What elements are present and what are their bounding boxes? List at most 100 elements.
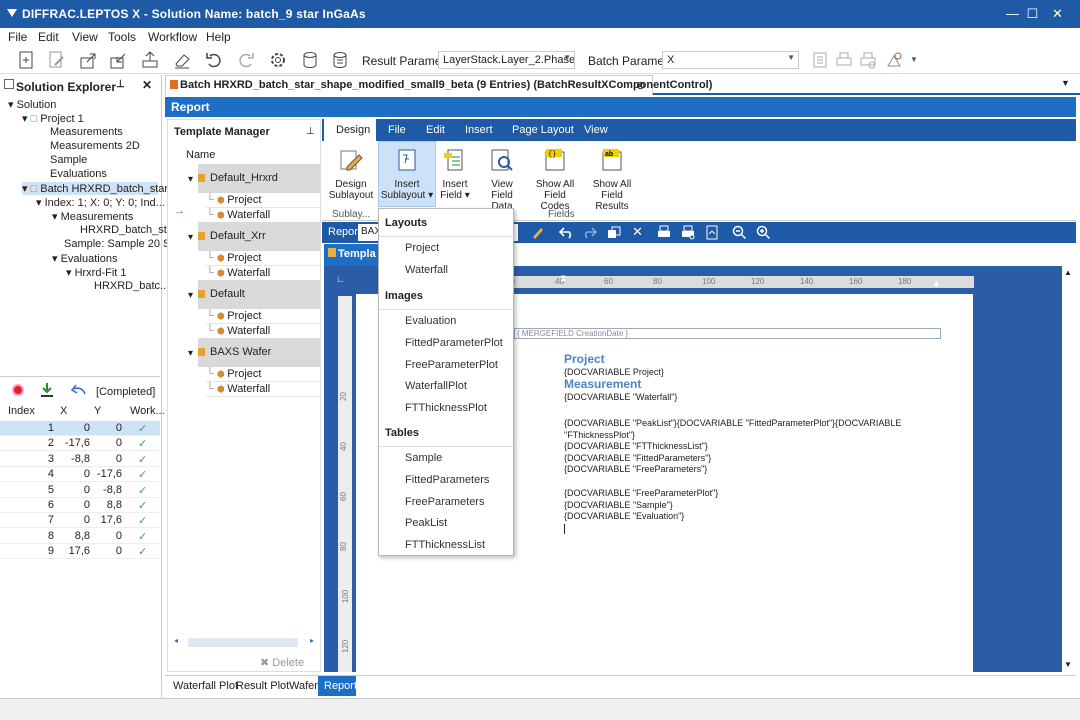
report-icon[interactable]: [810, 50, 830, 70]
zoom-out-icon[interactable]: [732, 225, 748, 240]
expand-toggle-icon[interactable]: ▾: [188, 232, 193, 243]
tab-report[interactable]: Report: [324, 680, 357, 692]
tree-hrxrd-batch-eval[interactable]: HRXRD_batc...: [94, 280, 169, 292]
plugin-icon[interactable]: [884, 50, 904, 70]
template-group[interactable]: Default_Xrr: [198, 222, 320, 251]
tree-solution[interactable]: ▾ Solution: [8, 98, 56, 111]
column-header-y[interactable]: Y: [94, 405, 101, 417]
expand-toggle-icon[interactable]: ▾: [188, 174, 193, 185]
batch-parameter-select[interactable]: X ▼: [662, 51, 799, 69]
menu-tools[interactable]: Tools: [108, 30, 136, 44]
chevron-down-icon[interactable]: ▼: [1061, 78, 1070, 88]
tab-insert[interactable]: Insert: [465, 124, 493, 136]
right-indent-icon[interactable]: ▲: [932, 278, 941, 288]
back-arrow-icon[interactable]: [70, 384, 86, 396]
template-item[interactable]: └ ⬢ Project: [206, 310, 320, 324]
table-row[interactable]: 6 0 8,8 ✓: [0, 498, 160, 513]
zoom-in-icon[interactable]: [756, 225, 772, 240]
close-tab-icon[interactable]: ⊗: [636, 79, 645, 92]
tree-evaluations-sub[interactable]: ▾ Evaluations: [52, 252, 117, 265]
tab-design[interactable]: Design: [336, 124, 370, 136]
show-all-field-results-button[interactable]: ab Show All Field Results: [584, 141, 640, 212]
template-item[interactable]: └ ⬢ Project: [206, 194, 320, 208]
insert-sublayout-button[interactable]: Insert Sublayout ▾: [380, 141, 434, 201]
dropdown-item-sample[interactable]: Sample: [405, 452, 442, 464]
menu-file[interactable]: File: [8, 30, 27, 44]
tree-evaluations[interactable]: Evaluations: [50, 168, 107, 180]
tree-sample[interactable]: Sample: [50, 154, 87, 166]
tab-view[interactable]: View: [584, 124, 608, 136]
dropdown-item-freeparameters[interactable]: FreeParameters: [405, 496, 484, 508]
pin-icon[interactable]: ⊥: [306, 126, 315, 137]
template-item[interactable]: └ ⬢ Waterfall: [206, 383, 320, 397]
scroll-up-icon[interactable]: ▲: [1064, 268, 1072, 277]
menu-view[interactable]: View: [72, 30, 98, 44]
indent-marker-icon[interactable]: ⧗: [560, 273, 566, 284]
tree-batch[interactable]: ▾ □ Batch HRXRD_batch_star...: [22, 182, 177, 195]
template-group[interactable]: BAXS Wafer: [198, 338, 320, 367]
printer-icon[interactable]: [834, 50, 854, 70]
record-icon[interactable]: [12, 384, 24, 396]
scroll-down-icon[interactable]: ▼: [1064, 660, 1072, 669]
table-row[interactable]: 3 -8,8 0 ✓: [0, 452, 160, 467]
column-header-x[interactable]: X: [60, 405, 67, 417]
print-settings-icon[interactable]: [680, 225, 696, 240]
column-header-workflow[interactable]: Work...: [130, 405, 165, 417]
redo-icon[interactable]: [236, 50, 256, 70]
table-row[interactable]: 7 0 17,6 ✓: [0, 513, 160, 529]
tree-measurements[interactable]: Measurements: [50, 126, 123, 138]
table-row[interactable]: 4 0 -17,6 ✓: [0, 467, 160, 483]
table-row[interactable]: 5 0 -8,8 ✓: [0, 483, 160, 498]
tree-index-1[interactable]: ▾ Index: 1; X: 0; Y: 0; Ind...: [36, 196, 165, 209]
template-tab[interactable]: Templa: [324, 244, 384, 266]
table-row[interactable]: 9 17,6 0 ✓: [0, 544, 160, 560]
tree-sample-20[interactable]: Sample: Sample 20 S...: [64, 238, 180, 250]
dropdown-item-peaklist[interactable]: PeakList: [405, 517, 447, 529]
copy-icon[interactable]: [606, 226, 622, 239]
tab-waterfall-plot[interactable]: Waterfall Plot: [173, 680, 238, 692]
printer-icon[interactable]: [656, 225, 672, 240]
template-item[interactable]: └ ⬢ Project: [206, 368, 320, 382]
scroll-left-icon[interactable]: ◂: [174, 636, 178, 645]
tree-measurements-2d[interactable]: Measurements 2D: [50, 140, 140, 152]
insert-field-button[interactable]: Insert Field ▾: [438, 141, 472, 201]
brush-icon[interactable]: [530, 225, 546, 240]
design-sublayout-button[interactable]: Design Sublayout: [328, 141, 374, 201]
upload-icon[interactable]: [140, 50, 160, 70]
menu-edit[interactable]: Edit: [38, 30, 59, 44]
dropdown-item-waterfallplot[interactable]: WaterfallPlot: [405, 380, 467, 392]
new-document-icon[interactable]: [16, 50, 36, 70]
database-icon[interactable]: [300, 50, 320, 70]
tree-measurements-sub[interactable]: ▾ Measurements: [52, 210, 133, 223]
column-header-index[interactable]: Index: [8, 405, 35, 417]
table-row[interactable]: 2 -17,6 0 ✓: [0, 436, 160, 452]
edit-document-icon[interactable]: [46, 50, 66, 70]
download-icon[interactable]: [40, 382, 54, 398]
dropdown-item-freeparameterplot[interactable]: FreeParameterPlot: [405, 359, 498, 371]
view-field-data-button[interactable]: View Field Data: [480, 141, 524, 212]
template-item[interactable]: └ ⬢ Waterfall: [206, 325, 320, 339]
dropdown-item-fittedparameters[interactable]: FittedParameters: [405, 474, 489, 486]
template-item[interactable]: └ ⬢ Project: [206, 252, 320, 266]
delete-icon[interactable]: ✕: [632, 224, 643, 240]
tab-page-layout[interactable]: Page Layout: [512, 124, 574, 136]
expand-toggle-icon[interactable]: ▾: [188, 348, 193, 359]
tree-hrxrd-measurement[interactable]: HRXRD_batch_st...: [80, 224, 176, 236]
eraser-icon[interactable]: [172, 50, 192, 70]
close-button[interactable]: ✕: [1035, 0, 1080, 28]
dropdown-item-project[interactable]: Project: [405, 242, 439, 254]
redo-icon[interactable]: [582, 226, 598, 239]
delete-button[interactable]: ✖ Delete: [260, 656, 304, 669]
expand-toggle-icon[interactable]: ▾: [188, 290, 193, 301]
pin-icon[interactable]: ⊥: [116, 79, 125, 90]
show-all-field-codes-button[interactable]: {} Show All Field Codes: [530, 141, 580, 212]
scrollbar-thumb[interactable]: [188, 638, 298, 647]
export-icon[interactable]: [78, 50, 98, 70]
database-list-icon[interactable]: [330, 50, 350, 70]
tree-hrxrd-fit[interactable]: ▾ Hrxrd-Fit 1: [66, 266, 127, 279]
menu-help[interactable]: Help: [206, 30, 231, 44]
table-row[interactable]: 1 0 0 ✓: [0, 421, 160, 436]
undo-icon[interactable]: [204, 50, 224, 70]
menu-workflow[interactable]: Workflow: [148, 30, 197, 44]
tab-wafer[interactable]: Wafer: [289, 680, 318, 692]
